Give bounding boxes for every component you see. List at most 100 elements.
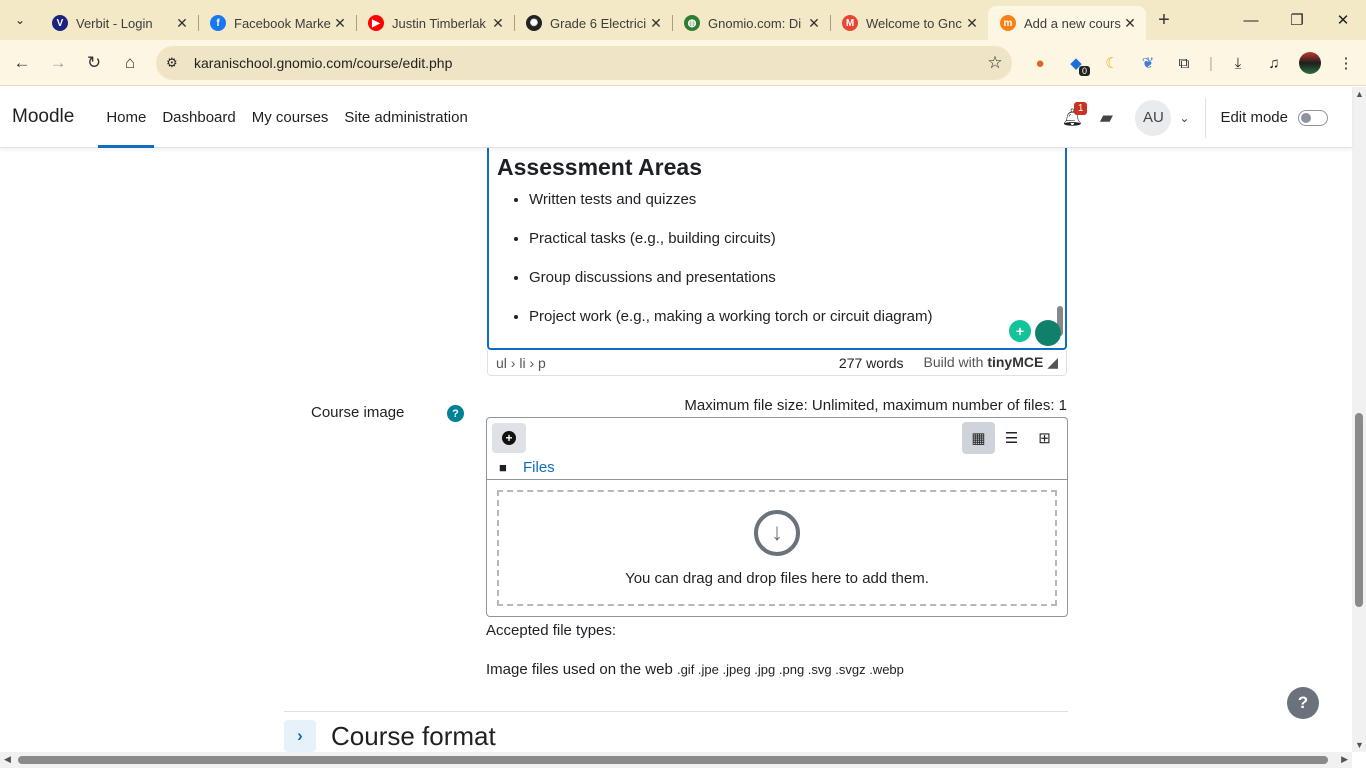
forward-button[interactable]: → (40, 45, 76, 81)
nav-my-courses[interactable]: My courses (244, 87, 337, 148)
user-avatar[interactable]: AU (1135, 99, 1172, 136)
browser-tab[interactable]: m Add a new cours ✕ (988, 6, 1146, 40)
scroll-down-arrow-icon[interactable]: ▼ (1355, 740, 1364, 750)
reload-button[interactable]: ↻ (76, 45, 112, 81)
home-button[interactable]: ⌂ (112, 45, 148, 81)
tinymce-branding[interactable]: Build with tinyMCE ◢ (924, 354, 1058, 371)
tab-search-button[interactable]: ⌄ (0, 0, 40, 40)
editor-heading: Assessment Areas (497, 154, 702, 180)
messages-button[interactable]: ▰ (1089, 108, 1123, 128)
chevron-down-icon: ⌄ (14, 13, 26, 27)
moodle-navbar: Moodle Home Dashboard My courses Site ad… (0, 87, 1352, 148)
summary-editor-body[interactable]: Assessment Areas Written tests and quizz… (487, 148, 1067, 350)
file-drop-zone[interactable]: ↓ You can drag and drop files here to ad… (497, 490, 1057, 606)
browser-tab-strip: ⌄ V Verbit - Login ✕ f Facebook Marke ✕ ▶ Justi… (0, 0, 1366, 40)
list-item: Written tests and quizzes (529, 191, 1057, 208)
address-bar[interactable]: ⚙ karanischool.gnomio.com/course/edit.ph… (156, 46, 1012, 80)
tab-list: V Verbit - Login ✕ f Facebook Marke ✕ ▶ Justin … (40, 0, 1146, 40)
drop-zone-text: You can drag and drop files here to add … (625, 569, 929, 587)
tab-title: Facebook Marke (234, 15, 331, 31)
extension-leaf-icon[interactable]: ❦ (1130, 46, 1166, 80)
list-item: Practical tasks (e.g., building circuits… (529, 230, 1057, 247)
grammarly-plus-icon[interactable]: + (1009, 320, 1031, 342)
browser-menu-icon[interactable]: ⋮ (1328, 46, 1364, 80)
scroll-up-arrow-icon[interactable]: ▲ (1355, 89, 1364, 99)
scroll-right-arrow-icon[interactable]: ▶ (1341, 754, 1348, 765)
chevron-right-icon: › (297, 726, 303, 745)
extension-orange-icon[interactable]: ● (1022, 46, 1058, 80)
close-tab-icon[interactable]: ✕ (806, 15, 822, 32)
site-info-icon[interactable]: ⚙ (166, 55, 186, 71)
extension-badge: 0 (1078, 66, 1090, 76)
close-tab-icon[interactable]: ✕ (490, 15, 506, 32)
help-icon[interactable]: ? (447, 405, 464, 422)
vertical-scrollbar[interactable]: ▲ ▼ (1352, 87, 1366, 752)
tab-title: Welcome to Gnc (866, 15, 962, 31)
close-tab-icon[interactable]: ✕ (174, 15, 190, 32)
expand-section-button[interactable]: › (284, 720, 316, 752)
minimize-icon[interactable]: — (1228, 0, 1274, 40)
notifications-button[interactable]: 🔔︎ 1 (1055, 101, 1089, 128)
puzzle-icon[interactable]: ⧉ (1166, 46, 1202, 80)
browser-tab[interactable]: f Facebook Marke ✕ (198, 6, 356, 40)
scroll-left-arrow-icon[interactable]: ◀ (4, 754, 11, 765)
folder-icon: ■ (499, 460, 507, 475)
arrow-right-icon: → (49, 52, 67, 72)
nav-home[interactable]: Home (98, 87, 155, 148)
page-help-button[interactable]: ? (1287, 687, 1319, 719)
restore-icon[interactable]: ❐ (1274, 0, 1320, 40)
horizontal-scroll-thumb[interactable] (18, 756, 1328, 764)
moodle-icon: m (1000, 15, 1016, 31)
browser-tab[interactable]: M Welcome to Gnc ✕ (830, 6, 988, 40)
download-icon[interactable]: ⤓ (1220, 46, 1256, 80)
page-content: Assessment Areas Written tests and quizz… (0, 148, 1352, 752)
files-breadcrumb-link[interactable]: Files (523, 459, 555, 476)
browser-toolbar: ← → ↻ ⌂ ⚙ karanischool.gnomio.com/course… (0, 40, 1366, 86)
close-window-icon[interactable]: ✕ (1320, 0, 1366, 40)
browser-tab[interactable]: ◍ Gnomio.com: Di ✕ (672, 6, 830, 40)
window-controls: — ❐ ✕ (1228, 0, 1366, 40)
profile-avatar[interactable] (1292, 46, 1328, 80)
browser-tab[interactable]: ✺ Grade 6 Electrici ✕ (514, 6, 672, 40)
grammarly-widget[interactable]: + (1009, 320, 1061, 346)
nav-site-administration[interactable]: Site administration (336, 87, 475, 148)
grammarly-icon[interactable] (1035, 320, 1061, 346)
site-brand[interactable]: Moodle (12, 106, 74, 128)
close-tab-icon[interactable]: ✕ (648, 15, 664, 32)
edit-mode-toggle[interactable] (1298, 109, 1328, 126)
user-menu-toggle[interactable]: ⌄ (1171, 111, 1197, 125)
tree-view-icon[interactable]: ⊞ (1028, 422, 1061, 454)
bookmark-star-icon[interactable]: ☆ (978, 53, 1012, 73)
new-tab-button[interactable]: + (1146, 9, 1182, 32)
browser-tab[interactable]: ▶ Justin Timberlak ✕ (356, 6, 514, 40)
accepted-types-list: Image files used on the web .gif .jpe .j… (486, 661, 904, 678)
close-tab-icon[interactable]: ✕ (1122, 15, 1138, 32)
close-tab-icon[interactable]: ✕ (964, 15, 980, 32)
close-tab-icon[interactable]: ✕ (332, 15, 348, 32)
tab-title: Add a new cours (1024, 15, 1121, 31)
back-button[interactable]: ← (4, 45, 40, 81)
extension-moon-icon[interactable]: ☾ (1094, 46, 1130, 80)
browser-tab[interactable]: V Verbit - Login ✕ (40, 6, 198, 40)
file-types-description: Image files used on the web (486, 661, 673, 678)
vertical-scroll-thumb[interactable] (1355, 413, 1363, 607)
chat-bubble-icon: ▰ (1099, 107, 1113, 127)
horizontal-scrollbar[interactable]: ◀ ▶ (0, 752, 1352, 768)
section-title-course-format[interactable]: Course format (331, 721, 496, 752)
list-view-icon[interactable]: ☰ (995, 422, 1028, 454)
profile-avatar-image (1299, 52, 1321, 74)
tinymce-logo: tinyMCE (987, 354, 1044, 370)
media-control-icon[interactable]: ♫ (1256, 46, 1292, 80)
openai-icon: ✺ (526, 15, 542, 31)
extension-blue-icon[interactable]: ◆ 0 (1058, 46, 1094, 80)
resize-handle-icon[interactable]: ◢ (1047, 354, 1058, 370)
grid-view-icon[interactable]: ▦ (962, 422, 995, 454)
add-file-button[interactable]: + (492, 423, 526, 453)
element-path[interactable]: ul › li › p (496, 355, 839, 371)
nav-dashboard[interactable]: Dashboard (154, 87, 243, 148)
extensions-row: ● ◆ 0 ☾ ❦ ⧉ | ⤓ ♫ ⋮ (1022, 46, 1364, 80)
course-image-filemanager: + ▦ ☰ ⊞ ■ Files ↓ You can drag and drop … (486, 417, 1068, 617)
url-text[interactable]: karanischool.gnomio.com/course/edit.php (194, 55, 978, 71)
arrow-left-icon: ← (13, 52, 31, 72)
word-count[interactable]: 277 words (839, 355, 904, 371)
